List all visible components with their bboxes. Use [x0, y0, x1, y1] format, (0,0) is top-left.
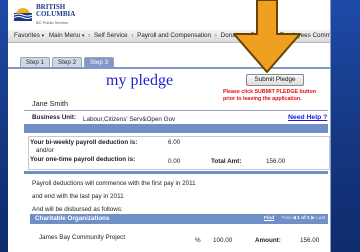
find-link[interactable]: Find	[264, 216, 274, 221]
down-arrow-icon	[233, 0, 301, 73]
chevron-down-icon[interactable]: ▾	[82, 30, 85, 42]
charity-name: James Bay Community Project	[39, 234, 126, 241]
first-label[interactable]: First	[275, 216, 290, 221]
chevron-down-icon[interactable]: ▾	[42, 30, 45, 42]
percent-symbol: %	[195, 237, 201, 244]
submit-warning: Please click SUBMIT PLEDGE button prior …	[223, 89, 317, 102]
info-line-3: And will be disbursed as follows:	[32, 206, 123, 213]
percent-value: 100.00	[213, 237, 233, 244]
page-title: my pledge	[106, 72, 174, 89]
business-unit-label: Business Unit:	[32, 114, 77, 121]
nav-favorites[interactable]: Favorites	[8, 30, 40, 42]
total-value: 156.00	[266, 158, 286, 165]
divider	[24, 110, 328, 111]
section-band	[24, 124, 328, 133]
submit-pledge-button[interactable]: Submit Pledge	[246, 74, 304, 86]
nav-main-menu[interactable]: Main Menu	[46, 30, 80, 42]
next-icon[interactable]: ▶	[311, 216, 315, 221]
separator-icon: ›	[88, 32, 91, 39]
onetime-value: 0.00	[168, 158, 181, 165]
business-unit-value: Labour,Citizens' Serv&Open Gov	[83, 116, 176, 123]
page-count: 1 of 1	[297, 216, 310, 221]
brand-name: BRITISH COLUMBIA	[36, 4, 75, 18]
employee-name: Jane Smith	[32, 99, 68, 108]
amount-label: Amount:	[255, 237, 281, 244]
charity-title: Charitable Organizations	[35, 215, 110, 222]
biweekly-label: Your bi-weekly payroll deduction is:	[30, 139, 138, 146]
amount-value: 156.00	[300, 237, 320, 244]
pager: Find First ◀ 1 of 1 ▶ Last	[264, 216, 325, 221]
info-line-1: Payroll deductions will commence with th…	[32, 180, 196, 187]
separator-icon: ›	[131, 32, 134, 39]
info-line-2: and end with the last pay in 2011	[32, 193, 124, 200]
bc-logo-icon	[14, 8, 32, 21]
andor-label: and/or	[36, 147, 54, 154]
total-label: Total Amt:	[211, 158, 242, 165]
biweekly-value: 6.00	[168, 139, 181, 146]
need-help-link[interactable]: Need Help ?	[288, 114, 327, 121]
nav-self-service[interactable]: Self Service	[94, 30, 128, 42]
section-band	[24, 171, 328, 174]
brand-line2: COLUMBIA	[36, 10, 76, 18]
last-label[interactable]: Last	[316, 216, 325, 221]
brand-subtitle: BC Public Service	[36, 20, 69, 25]
nav-payroll[interactable]: Payroll and Compensation	[137, 30, 211, 42]
prev-icon[interactable]: ◀	[292, 216, 296, 221]
onetime-label: Your one-time payroll deduction is:	[30, 156, 136, 163]
separator-icon: ›	[214, 32, 217, 39]
